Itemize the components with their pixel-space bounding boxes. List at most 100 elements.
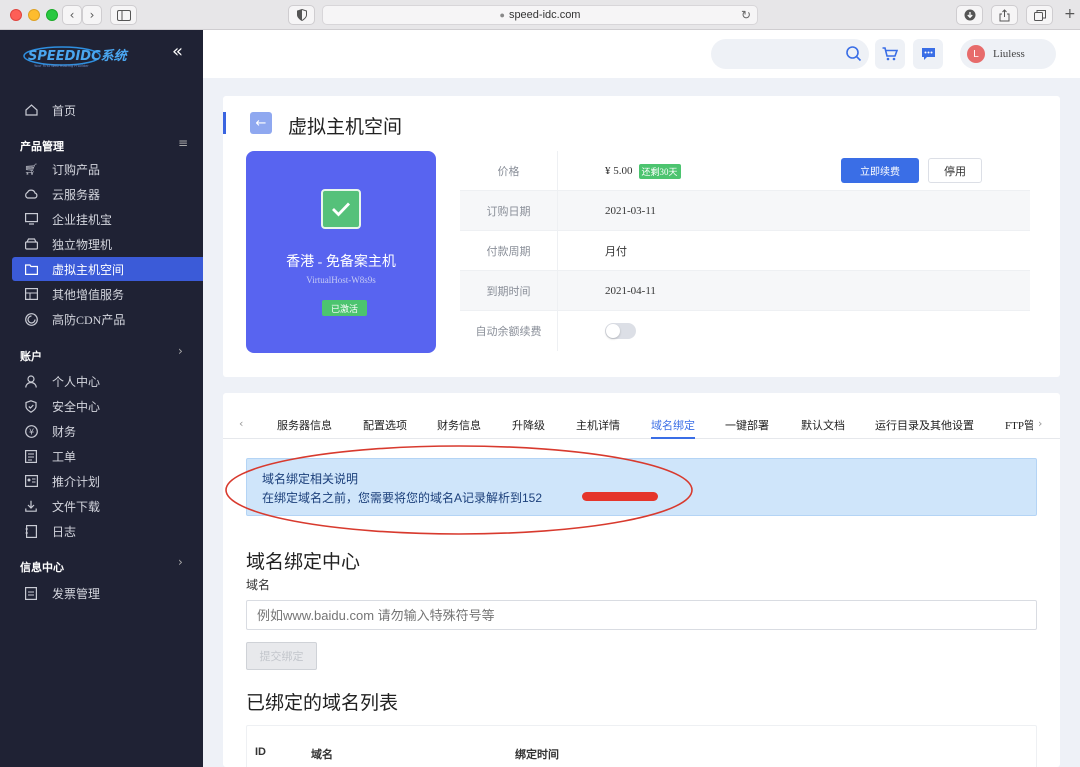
sidebar-item-value-added[interactable]: 其他增值服务 (12, 282, 203, 306)
sidebar-toggle-icon[interactable] (110, 5, 137, 25)
sidebar-item-label: 财务 (52, 424, 77, 439)
forward-icon[interactable]: › (82, 5, 102, 25)
sidebar-item-virtual-host[interactable]: 虚拟主机空间 (12, 257, 203, 281)
reload-icon[interactable]: ↻ (741, 8, 751, 22)
sidebar-item-referral[interactable]: 推介计划 (12, 469, 203, 493)
sidebar-item-security[interactable]: 安全中心 (12, 394, 203, 418)
referral-icon (24, 474, 38, 488)
tab-config[interactable]: 配置选项 (363, 417, 407, 433)
sidebar-item-ticket[interactable]: 工单 (12, 444, 203, 468)
sidebar-item-profile[interactable]: 个人中心 (12, 369, 203, 393)
tab-server-info[interactable]: 服务器信息 (277, 417, 332, 433)
column-header-id: ID (255, 746, 266, 758)
sidebar-item-order[interactable]: 🛒︎ 订购产品 (12, 157, 203, 181)
monitor-icon (24, 212, 38, 226)
tab-run-directory[interactable]: 运行目录及其他设置 (875, 417, 974, 433)
sidebar-item-label: 个人中心 (52, 374, 101, 389)
tab-upgrade[interactable]: 升降级 (512, 417, 545, 433)
sidebar-item-label: 高防CDN产品 (52, 312, 126, 327)
search-icon[interactable] (845, 45, 863, 63)
stop-button[interactable]: 停用 (928, 158, 982, 183)
sidebar-item-label: 其他增值服务 (52, 287, 125, 302)
domain-input[interactable] (246, 600, 1037, 630)
ticket-icon (24, 449, 38, 463)
tab-scroll-left-icon[interactable]: ‹ (239, 417, 243, 430)
search-input[interactable] (711, 39, 869, 69)
info-row-order-date: 订购日期 2021-03-11 (460, 191, 1030, 231)
user-menu[interactable]: L Liuless (960, 39, 1056, 69)
minimize-window-button[interactable] (28, 9, 40, 21)
tabs-overview-icon[interactable] (1026, 5, 1053, 25)
sidebar-item-log[interactable]: 日志 (12, 519, 203, 543)
status-badge: 已激活 (322, 300, 367, 316)
sidebar-item-cdn[interactable]: 高防CDN产品 (12, 307, 203, 331)
browser-toolbar: ‹ › ● speed-idc.com ↻ + (0, 0, 1080, 30)
product-name: 香港 - 免备案主机 (286, 255, 396, 270)
privacy-shield-icon[interactable] (288, 5, 315, 25)
product-summary: 香港 - 免备案主机 VirtualHost-W8s9s 已激活 (246, 151, 436, 353)
auto-renew-toggle[interactable] (605, 323, 636, 339)
back-button[interactable]: ← (250, 112, 272, 134)
tab-one-click-deploy[interactable]: 一键部署 (725, 417, 769, 433)
user-icon (24, 374, 38, 388)
section-info: 信息中心 (20, 562, 64, 574)
invoice-icon (24, 586, 38, 600)
address-bar[interactable]: ● speed-idc.com ↻ (322, 5, 758, 25)
svg-text:¥: ¥ (29, 427, 34, 436)
sidebar-item-invoice[interactable]: 发票管理 (12, 581, 203, 605)
info-label: 价格 (460, 151, 558, 191)
logo-area: SPEEDIDC系统 Your First Web Hosting Provid… (0, 30, 203, 78)
back-icon[interactable]: ‹ (62, 5, 82, 25)
finance-icon: ¥ (24, 424, 38, 438)
info-value: ¥ 5.00 还剩30天 (605, 151, 681, 191)
home-icon (24, 103, 38, 117)
renew-button[interactable]: 立即续费 (841, 158, 919, 183)
info-value: 2021-04-11 (605, 285, 656, 297)
close-window-button[interactable] (10, 9, 22, 21)
tab-ftp[interactable]: FTP管 (1005, 417, 1033, 433)
section-products: 产品管理 (20, 141, 64, 153)
cloud-icon (24, 187, 38, 201)
cart-button[interactable] (875, 39, 905, 69)
tab-domain-binding[interactable]: 域名绑定 (651, 417, 695, 433)
sidebar-item-label: 安全中心 (52, 399, 101, 414)
product-card: ← 虚拟主机空间 香港 - 免备案主机 VirtualHost-W8s9s 已激… (223, 96, 1060, 377)
remaining-days-badge: 还剩30天 (638, 163, 681, 179)
sidebar-item-label: 日志 (52, 524, 77, 539)
user-name: Liuless (993, 48, 1025, 60)
submit-binding-button[interactable]: 提交绑定 (246, 642, 317, 670)
top-header: L Liuless (203, 30, 1080, 78)
page-title: 虚拟主机空间 (288, 117, 403, 138)
tab-scroll-right-icon[interactable]: › (1038, 417, 1042, 430)
info-row-expiry: 到期时间 2021-04-11 (460, 271, 1030, 311)
sidebar-item-label: 订购产品 (52, 162, 101, 177)
sidebar-item-home[interactable]: 首页 (12, 98, 203, 122)
bound-domains-title: 已绑定的域名列表 (246, 693, 399, 714)
sidebar-item-label: 企业挂机宝 (52, 212, 113, 227)
messages-button[interactable] (913, 39, 943, 69)
collapse-sidebar-icon[interactable]: « (172, 41, 183, 62)
sidebar-item-download[interactable]: 文件下载 (12, 494, 203, 518)
info-label: 到期时间 (460, 271, 558, 311)
sidebar-item-finance[interactable]: ¥ 财务 (12, 419, 203, 443)
tab-finance[interactable]: 财务信息 (437, 417, 481, 433)
info-value: 月付 (605, 246, 627, 258)
sidebar-item-dedicated[interactable]: 独立物理机 (12, 232, 203, 256)
downloads-icon[interactable] (956, 5, 983, 25)
chevron-right-icon[interactable]: › (178, 555, 183, 569)
share-icon[interactable] (991, 5, 1018, 25)
tab-host-details[interactable]: 主机详情 (576, 417, 620, 433)
tab-default-docs[interactable]: 默认文档 (801, 417, 845, 433)
info-value: 2021-03-11 (605, 205, 656, 217)
sidebar-item-cloud[interactable]: 云服务器 (12, 182, 203, 206)
new-tab-icon[interactable]: + (1064, 6, 1076, 22)
title-accent (223, 112, 226, 134)
menu-icon[interactable]: ≡ (178, 136, 188, 150)
info-row-auto-renew: 自动余额续费 (460, 311, 1030, 351)
server-icon (24, 237, 38, 251)
info-label: 订购日期 (460, 191, 558, 231)
zoom-window-button[interactable] (46, 9, 58, 21)
sidebar-item-enterprise[interactable]: 企业挂机宝 (12, 207, 203, 231)
chevron-right-icon[interactable]: › (178, 344, 183, 358)
info-label: 自动余额续费 (460, 311, 558, 351)
